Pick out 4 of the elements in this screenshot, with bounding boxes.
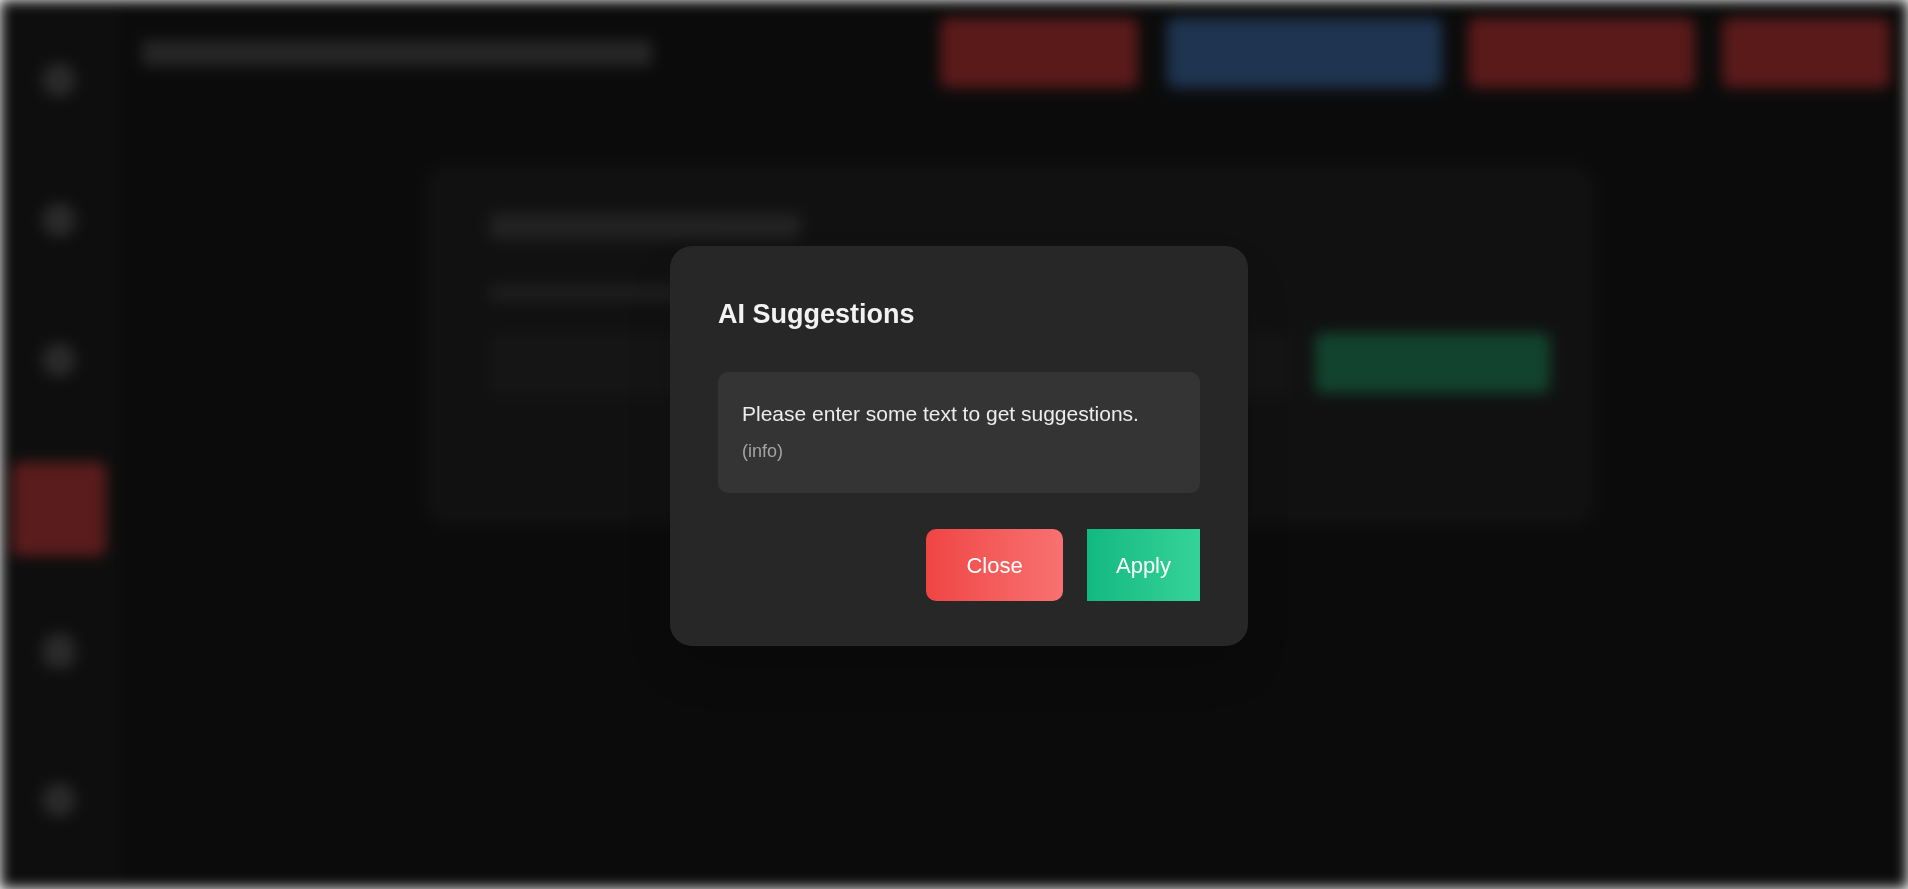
message-text: Please enter some text to get suggestions. (info): [742, 401, 1140, 463]
dialog-title: AI Suggestions: [718, 298, 916, 331]
close-button[interactable]: Close: [926, 529, 1063, 601]
apply-button[interactable]: Apply: [1087, 529, 1200, 601]
